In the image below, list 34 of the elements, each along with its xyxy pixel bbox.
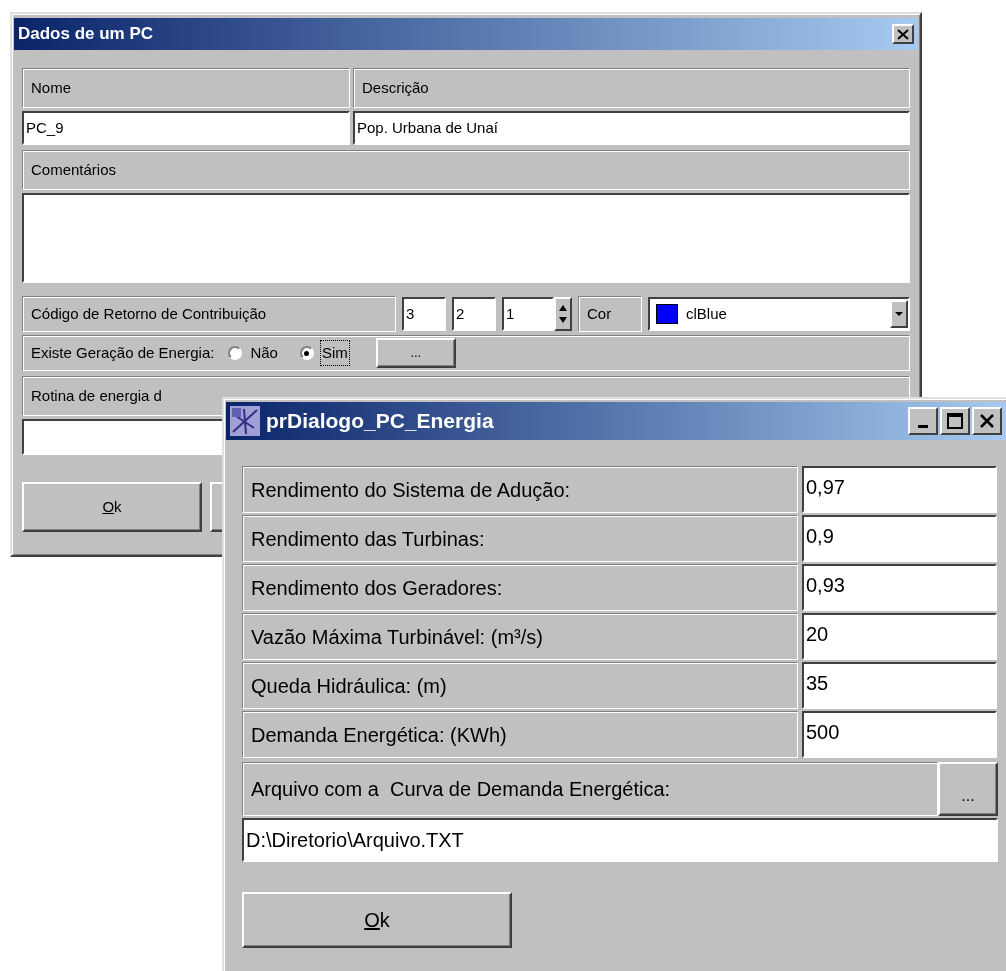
description-field[interactable]: Pop. Urbana de Unaí bbox=[353, 111, 910, 145]
file-path-field[interactable]: D:\Diretorio\Arquivo.TXT bbox=[242, 818, 998, 862]
code-field[interactable]: 1 bbox=[502, 297, 554, 331]
field-label: Queda Hidráulica: (m) bbox=[242, 662, 798, 709]
radio-option[interactable]: Não bbox=[228, 341, 278, 365]
color-value: clBlue bbox=[686, 303, 727, 324]
field-label: Nome bbox=[22, 68, 350, 108]
value-field[interactable]: 20 bbox=[802, 613, 997, 660]
color-dropdown[interactable]: clBlue bbox=[648, 297, 910, 331]
ok-button[interactable]: Ok bbox=[242, 892, 512, 948]
field-label: Cor bbox=[578, 296, 642, 332]
code-field[interactable]: 3 bbox=[402, 297, 446, 331]
value-field[interactable]: 0,93 bbox=[802, 564, 997, 611]
field-label: Arquivo com a Curva de Demanda Energética: bbox=[242, 762, 938, 816]
window-title: Dados de um PC bbox=[18, 23, 154, 46]
name-field[interactable]: PC_9 bbox=[22, 111, 350, 145]
field-label: Rendimento do Sistema de Adução: bbox=[242, 466, 798, 513]
browse-button[interactable]: ... bbox=[938, 762, 998, 816]
field-label: Rendimento das Turbinas: bbox=[242, 515, 798, 562]
field-label: Código de Retorno de Contribuição bbox=[22, 296, 396, 332]
value-field[interactable]: 500 bbox=[802, 711, 997, 758]
field-label: Existe Geração de Energia: bbox=[31, 342, 215, 363]
ok-button[interactable]: Ok bbox=[22, 482, 202, 532]
field-label: Descrição bbox=[353, 68, 910, 108]
field-label: Demanda Energética: (KWh) bbox=[242, 711, 798, 758]
value-field[interactable]: 0,97 bbox=[802, 466, 997, 513]
field-label: Vazão Máxima Turbinável: (m³/s) bbox=[242, 613, 798, 660]
radio-option[interactable]: Sim bbox=[299, 341, 348, 365]
value-field[interactable]: 35 bbox=[802, 662, 997, 709]
ellipsis-button[interactable]: ... bbox=[375, 338, 456, 368]
field-label: Comentários bbox=[22, 150, 910, 190]
code-field[interactable]: 2 bbox=[452, 297, 496, 331]
value-field[interactable]: 0,9 bbox=[802, 515, 997, 562]
field-label: Rendimento dos Geradores: bbox=[242, 564, 798, 611]
